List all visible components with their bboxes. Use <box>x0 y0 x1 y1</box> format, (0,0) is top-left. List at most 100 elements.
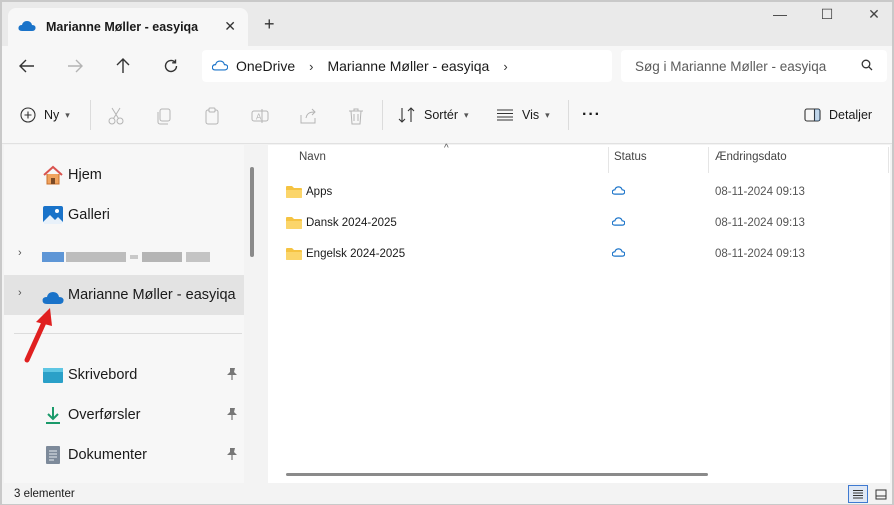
file-name: Apps <box>306 186 333 198</box>
minimize-button[interactable]: — <box>760 6 800 22</box>
chevron-right-icon[interactable]: › <box>18 247 22 259</box>
cloud-icon <box>612 217 625 226</box>
new-label: Ny <box>44 108 60 122</box>
tab-bar: Marianne Møller - easyiqa ✕ + — ☐ ✕ <box>2 2 892 46</box>
table-row[interactable]: Engelsk 2024-2025 08-11-2024 09:13 <box>268 239 890 269</box>
details-label: Detaljer <box>829 108 873 122</box>
cloud-icon <box>612 248 625 257</box>
tab-title: Marianne Møller - easyiqa <box>46 20 199 34</box>
pin-icon[interactable] <box>226 447 238 461</box>
status-bar: 3 elementer <box>2 484 892 504</box>
nav-item-downloads[interactable]: Overførsler <box>4 395 244 435</box>
nav-item-home[interactable]: Hjem <box>4 155 244 195</box>
search-placeholder: Søg i Marianne Møller - easyiqa <box>635 58 827 74</box>
chevron-down-icon: ▾ <box>545 109 550 120</box>
rename-icon[interactable]: A <box>250 106 270 126</box>
cut-icon[interactable] <box>106 106 126 126</box>
chevron-right-icon[interactable]: › <box>503 59 507 74</box>
view-button[interactable]: Vis ▾ <box>496 102 550 128</box>
forward-button[interactable] <box>62 54 88 78</box>
file-list: ^ Navn Status Ændringsdato Apps 08-11-20… <box>268 143 890 483</box>
pin-icon[interactable] <box>226 367 238 381</box>
folder-icon <box>286 217 302 229</box>
command-bar: Ny ▾ A Sortér ▾ Vis ▾ ··· Detaljer <box>2 86 892 144</box>
chevron-down-icon: ▾ <box>464 109 469 120</box>
nav-label: Galleri <box>68 207 110 223</box>
nav-item-gallery[interactable]: Galleri <box>4 195 244 235</box>
divider <box>90 100 91 130</box>
table-row[interactable]: Apps 08-11-2024 09:13 <box>268 177 890 207</box>
sort-button[interactable]: Sortér ▾ <box>398 102 469 128</box>
redacted-account-name <box>42 252 210 262</box>
breadcrumb-current[interactable]: Marianne Møller - easyiqa <box>327 58 489 74</box>
details-button[interactable]: Detaljer <box>804 102 872 128</box>
details-view-icon <box>853 489 863 498</box>
horizontal-scrollbar[interactable] <box>286 473 708 476</box>
cloud-outline-icon <box>211 58 229 74</box>
column-divider[interactable] <box>888 147 889 173</box>
view-list-icon <box>497 109 513 121</box>
arrow-left-icon <box>19 59 34 73</box>
folder-icon <box>286 248 302 260</box>
file-explorer-window: Marianne Møller - easyiqa ✕ + — ☐ ✕ OneD… <box>0 0 894 505</box>
column-header-modified[interactable]: Ændringsdato <box>715 151 787 163</box>
tab-onedrive[interactable]: Marianne Møller - easyiqa ✕ <box>8 8 248 46</box>
search-icon <box>861 59 873 74</box>
file-modified: 08-11-2024 09:13 <box>715 217 805 229</box>
documents-icon <box>46 446 60 464</box>
divider <box>568 100 569 130</box>
divider <box>382 100 383 130</box>
column-divider[interactable] <box>708 147 709 173</box>
up-button[interactable] <box>110 54 136 78</box>
onedrive-cloud-icon <box>42 292 64 304</box>
tiles-view-icon <box>875 489 887 499</box>
maximize-button[interactable]: ☐ <box>807 6 847 23</box>
chevron-right-icon[interactable]: › <box>18 287 22 299</box>
details-view-button[interactable] <box>848 485 868 503</box>
copy-icon[interactable] <box>154 106 174 126</box>
address-bar[interactable]: OneDrive › Marianne Møller - easyiqa › <box>202 50 612 82</box>
nav-label: Overførsler <box>68 407 141 423</box>
column-divider[interactable] <box>608 147 609 173</box>
sort-icon <box>398 107 415 123</box>
arrow-right-icon <box>68 59 83 73</box>
new-tab-button[interactable]: + <box>264 14 275 35</box>
close-tab-icon[interactable]: ✕ <box>224 18 236 35</box>
back-button[interactable] <box>14 54 40 78</box>
close-window-button[interactable]: ✕ <box>854 6 894 23</box>
gallery-icon <box>43 206 63 224</box>
refresh-button[interactable] <box>158 54 184 78</box>
share-icon[interactable] <box>298 106 318 126</box>
nav-label: Hjem <box>68 167 102 183</box>
refresh-icon <box>164 59 178 73</box>
nav-item-documents[interactable]: Dokumenter <box>4 435 244 475</box>
column-header-status[interactable]: Status <box>614 151 647 163</box>
home-icon <box>43 165 63 185</box>
nav-item-hidden-account[interactable]: › <box>4 235 244 275</box>
onedrive-cloud-icon <box>18 20 36 35</box>
navigation-scrollbar[interactable] <box>250 167 254 257</box>
delete-icon[interactable] <box>346 106 366 126</box>
details-pane-icon <box>804 108 821 122</box>
arrow-up-icon <box>116 58 130 73</box>
paste-icon[interactable] <box>202 106 222 126</box>
breadcrumb-onedrive[interactable]: OneDrive <box>236 58 295 74</box>
file-modified: 08-11-2024 09:13 <box>715 186 805 198</box>
tiles-view-button[interactable] <box>871 485 891 503</box>
more-options-button[interactable]: ··· <box>582 102 601 128</box>
desktop-icon <box>43 368 63 383</box>
column-header-name[interactable]: Navn <box>299 151 326 163</box>
annotation-arrow-icon <box>24 308 52 363</box>
nav-label: Skrivebord <box>68 367 138 383</box>
download-icon <box>46 407 60 424</box>
search-box[interactable]: Søg i Marianne Møller - easyiqa <box>621 50 887 82</box>
svg-text:A: A <box>256 113 262 122</box>
chevron-right-icon[interactable]: › <box>309 59 313 74</box>
file-modified: 08-11-2024 09:13 <box>715 248 805 260</box>
folder-icon <box>286 186 302 198</box>
table-row[interactable]: Dansk 2024-2025 08-11-2024 09:13 <box>268 208 890 238</box>
nav-label: Marianne Møller - easyiqa <box>68 287 236 303</box>
pin-icon[interactable] <box>226 407 238 421</box>
new-button[interactable]: Ny ▾ <box>20 102 70 128</box>
nav-label: Dokumenter <box>68 447 147 463</box>
